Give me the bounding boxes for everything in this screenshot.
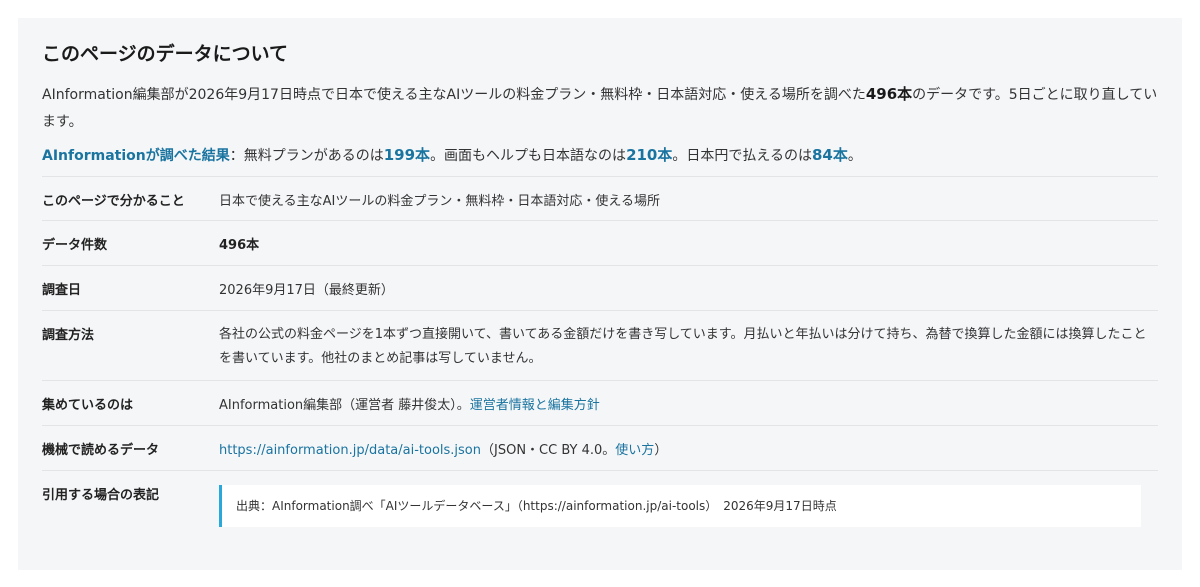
row-machine-data: 機械で読めるデータ https://ainformation.jp/data/a… (42, 425, 1158, 471)
result-summary: AInformationが調べた結果：無料プランがあるのは199本。画面もヘルプ… (42, 143, 1158, 168)
result-free-count: 199本 (383, 146, 431, 164)
row-date: 調査日 2026年9月17日（最終更新） (42, 265, 1158, 311)
row-citation: 引用する場合の表記 出典：AInformation調べ「AIツールデータベース」… (42, 470, 1158, 527)
operator-policy-link[interactable]: 運営者情報と編集方針 (470, 398, 600, 413)
row-date-label: 調査日 (42, 283, 82, 298)
row-date-value: 2026年9月17日（最終更新） (219, 283, 394, 298)
collector-text: AInformation編集部（運営者 藤井俊太）。 (219, 398, 470, 413)
result-text-2: 。画面もヘルプも日本語なのは (430, 148, 627, 164)
result-text-4: 。 (847, 148, 862, 164)
intro-part1: AInformation編集部が2026年9月17日時点で日本で使える主なAIツ… (42, 87, 866, 103)
row-citation-label: 引用する場合の表記 (42, 488, 160, 503)
intro-text: AInformation編集部が2026年9月17日時点で日本で使える主なAIツ… (42, 81, 1158, 136)
result-text-1: ：無料プランがあるのは (229, 148, 384, 164)
result-lead: AInformationが調べた結果 (42, 148, 230, 164)
row-citation-value: 出典：AInformation調べ「AIツールデータベース」（https://a… (219, 471, 1158, 527)
result-text-3: 。日本円で払えるのは (672, 148, 812, 164)
row-method-value: 各社の公式の料金ページを1本ずつ直接開いて、書いてある金額だけを書き写しています… (219, 327, 1147, 366)
row-method-label: 調査方法 (42, 328, 95, 343)
row-scope: このページで分かること 日本で使える主なAIツールの料金プラン・無料枠・日本語対… (42, 176, 1158, 221)
row-scope-value: 日本で使える主なAIツールの料金プラン・無料枠・日本語対応・使える場所 (219, 194, 660, 209)
row-collector-label: 集めているのは (42, 398, 134, 413)
intro-count: 496本 (865, 85, 913, 103)
row-count-label: データ件数 (42, 238, 108, 253)
row-scope-label: このページで分かること (42, 194, 185, 209)
row-machine-label: 機械で読めるデータ (42, 443, 160, 458)
row-count-value: 496本 (219, 238, 260, 253)
data-info-panel: このページのデータについて AInformation編集部が2026年9月17日… (18, 18, 1182, 570)
json-data-link[interactable]: https://ainformation.jp/data/ai-tools.js… (219, 443, 481, 458)
machine-end-text: ） (654, 443, 668, 458)
row-collector-value: AInformation編集部（運営者 藤井俊太）。運営者情報と編集方針 (219, 381, 1158, 426)
result-japanese-count: 210本 (626, 146, 673, 164)
row-collector: 集めているのは AInformation編集部（運営者 藤井俊太）。運営者情報と… (42, 380, 1158, 426)
row-count: データ件数 496本 (42, 220, 1158, 266)
usage-link[interactable]: 使い方 (615, 443, 654, 458)
citation-box[interactable]: 出典：AInformation調べ「AIツールデータベース」（https://a… (219, 485, 1141, 527)
page-title: このページのデータについて (42, 43, 289, 65)
row-machine-value: https://ainformation.jp/data/ai-tools.js… (219, 426, 1158, 471)
info-table: このページで分かること 日本で使える主なAIツールの料金プラン・無料枠・日本語対… (42, 176, 1158, 527)
row-method: 調査方法 各社の公式の料金ページを1本ずつ直接開いて、書いてある金額だけを書き写… (42, 310, 1158, 381)
machine-license-text: （JSON・CC BY 4.0。 (481, 443, 616, 458)
result-yen-count: 84本 (811, 146, 848, 164)
